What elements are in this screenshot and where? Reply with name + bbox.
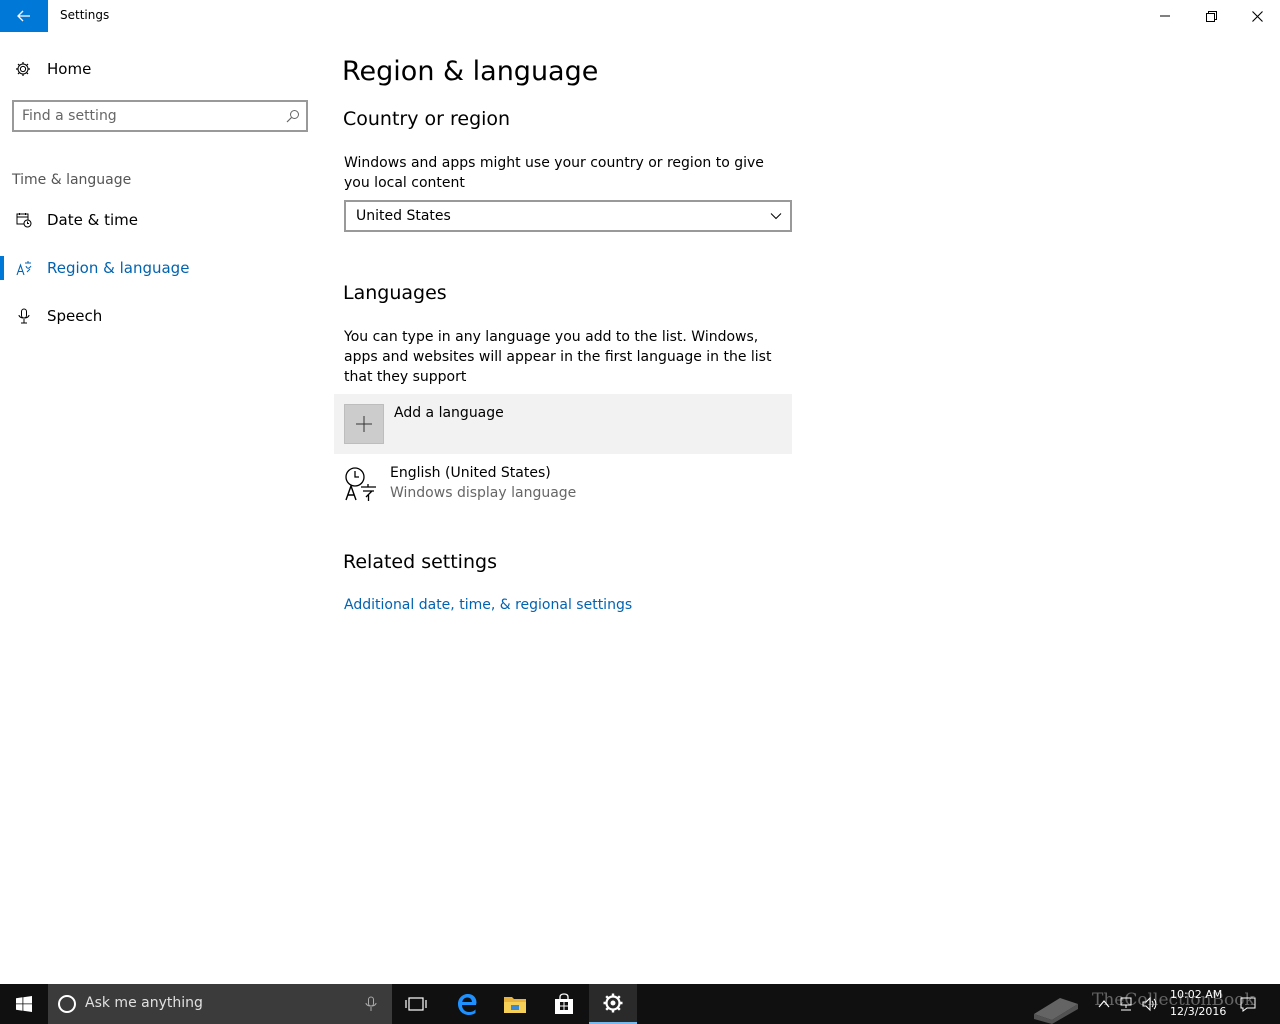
settings-taskbar-button[interactable] (589, 984, 637, 1024)
folder-icon (504, 997, 526, 1013)
volume-icon[interactable] (1142, 996, 1158, 1012)
restore-button[interactable] (1188, 0, 1234, 32)
plus-box (344, 404, 384, 444)
start-button[interactable] (0, 984, 48, 1024)
taskbar: Ask me anything TheCollectionBook 10:02 … (0, 984, 1280, 1024)
action-center-icon[interactable] (1240, 996, 1256, 1012)
clock-date[interactable]: 12/3/2016 (1170, 1005, 1226, 1018)
settings-search[interactable] (12, 100, 308, 132)
gear-icon (16, 62, 30, 76)
sidebar-home[interactable]: Home (0, 52, 320, 86)
minimize-button[interactable] (1142, 0, 1188, 32)
network-icon[interactable] (1118, 996, 1134, 1012)
book-logo-icon (1034, 998, 1078, 1024)
microphone-icon[interactable] (364, 996, 378, 1012)
sidebar-item-region-language[interactable]: Region & language (0, 248, 320, 288)
sidebar-item-label: Region & language (47, 259, 190, 277)
windows-logo-icon (16, 996, 32, 1012)
store-bag-icon (555, 993, 573, 1014)
language-name: English (United States) (390, 465, 551, 481)
language-subtitle: Windows display language (390, 485, 577, 501)
cortana-placeholder: Ask me anything (85, 995, 203, 1011)
window-title: Settings (60, 8, 110, 22)
title-bar: Settings (0, 0, 1280, 32)
microphone-icon (18, 308, 30, 324)
chevron-down-icon (770, 213, 782, 220)
sidebar-home-label: Home (47, 60, 92, 78)
language-list-item[interactable]: English (United States) Windows display … (334, 460, 792, 510)
file-explorer-button[interactable] (491, 984, 539, 1024)
sidebar-group-label: Time & language (12, 172, 132, 188)
languages-description: You can type in any language you add to … (344, 329, 772, 385)
search-icon[interactable] (286, 109, 300, 123)
add-language-label: Add a language (394, 405, 504, 421)
sidebar-item-speech[interactable]: Speech (0, 296, 320, 336)
edge-browser-icon (458, 994, 477, 1015)
calendar-clock-icon (16, 213, 32, 228)
edge-button[interactable] (443, 984, 491, 1024)
back-arrow-icon (17, 10, 30, 22)
restore-icon (1205, 10, 1217, 22)
minimize-icon (1160, 15, 1170, 17)
related-settings-title: Related settings (343, 551, 497, 573)
plus-icon (356, 416, 372, 432)
task-view-button[interactable] (392, 984, 440, 1024)
close-button[interactable] (1234, 0, 1280, 32)
language-icon (16, 261, 32, 276)
add-language-button[interactable]: Add a language (334, 394, 792, 454)
clock-time[interactable]: 10:02 AM (1170, 988, 1222, 1001)
cortana-icon (58, 995, 76, 1013)
display-language-icon (345, 467, 376, 501)
active-indicator (0, 256, 4, 280)
back-button[interactable] (0, 0, 48, 32)
task-view-icon (405, 997, 427, 1011)
country-description: Windows and apps might use your country … (344, 155, 764, 191)
sidebar-item-date-time[interactable]: Date & time (0, 200, 320, 240)
sidebar-item-label: Speech (47, 307, 103, 325)
chevron-up-icon[interactable] (1096, 996, 1112, 1012)
page-title: Region & language (342, 56, 599, 87)
gear-icon (603, 993, 623, 1013)
settings-window: Settings Home Time & language Date (0, 0, 1280, 984)
cortana-search-box[interactable]: Ask me anything (48, 984, 392, 1024)
close-icon (1251, 10, 1263, 22)
search-input[interactable] (22, 106, 272, 126)
country-section-title: Country or region (343, 108, 511, 130)
country-dropdown[interactable]: United States (344, 200, 792, 232)
regional-settings-link[interactable]: Additional date, time, & regional settin… (344, 597, 632, 613)
country-selected-value: United States (356, 208, 451, 224)
languages-section-title: Languages (343, 282, 447, 304)
store-button[interactable] (540, 984, 588, 1024)
sidebar-item-label: Date & time (47, 211, 138, 229)
